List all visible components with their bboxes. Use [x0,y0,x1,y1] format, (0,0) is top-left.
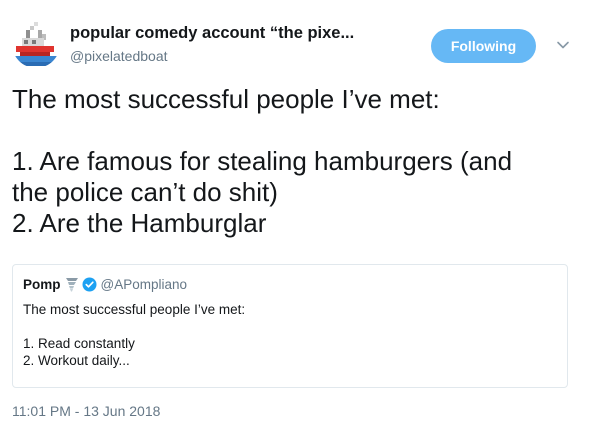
tweet-text: The most successful people I’ve met: 1. … [12,84,582,239]
tornado-emoji-icon [65,276,79,292]
tweet-text-line: 2. Are the Hamburglar [12,208,267,238]
quoted-tweet-text: The most successful people I’ve met: 1. … [23,301,553,369]
quoted-text-line: 1. Read constantly [23,336,135,351]
quoted-text-line: 2. Workout daily... [23,353,130,368]
author-display-name[interactable]: popular comedy account “the pixe... [70,24,354,43]
tweet-text-line: The most successful people I’ve met: [12,84,440,114]
quoted-author-name: Pomp [23,276,61,292]
quoted-tweet-header: Pomp @APompliano [23,276,187,292]
tweet-text-line: the police can’t do shit) [12,177,278,207]
chevron-down-icon[interactable] [556,38,570,52]
pixel-boat-avatar-icon[interactable] [12,20,60,68]
tweet-card: popular comedy account “the pixe... @pix… [0,0,592,431]
quoted-tweet[interactable]: Pomp @APompliano The most successful peo… [12,264,568,388]
verified-badge-icon [82,277,97,292]
quoted-author-handle: @APompliano [100,276,188,292]
author-handle[interactable]: @pixelatedboat [70,48,168,64]
quoted-text-line: The most successful people I’ve met: [23,302,246,317]
tweet-timestamp[interactable]: 11:01 PM - 13 Jun 2018 [12,403,160,419]
following-button[interactable]: Following [431,29,536,63]
tweet-text-line: 1. Are famous for stealing hamburgers (a… [12,146,513,176]
